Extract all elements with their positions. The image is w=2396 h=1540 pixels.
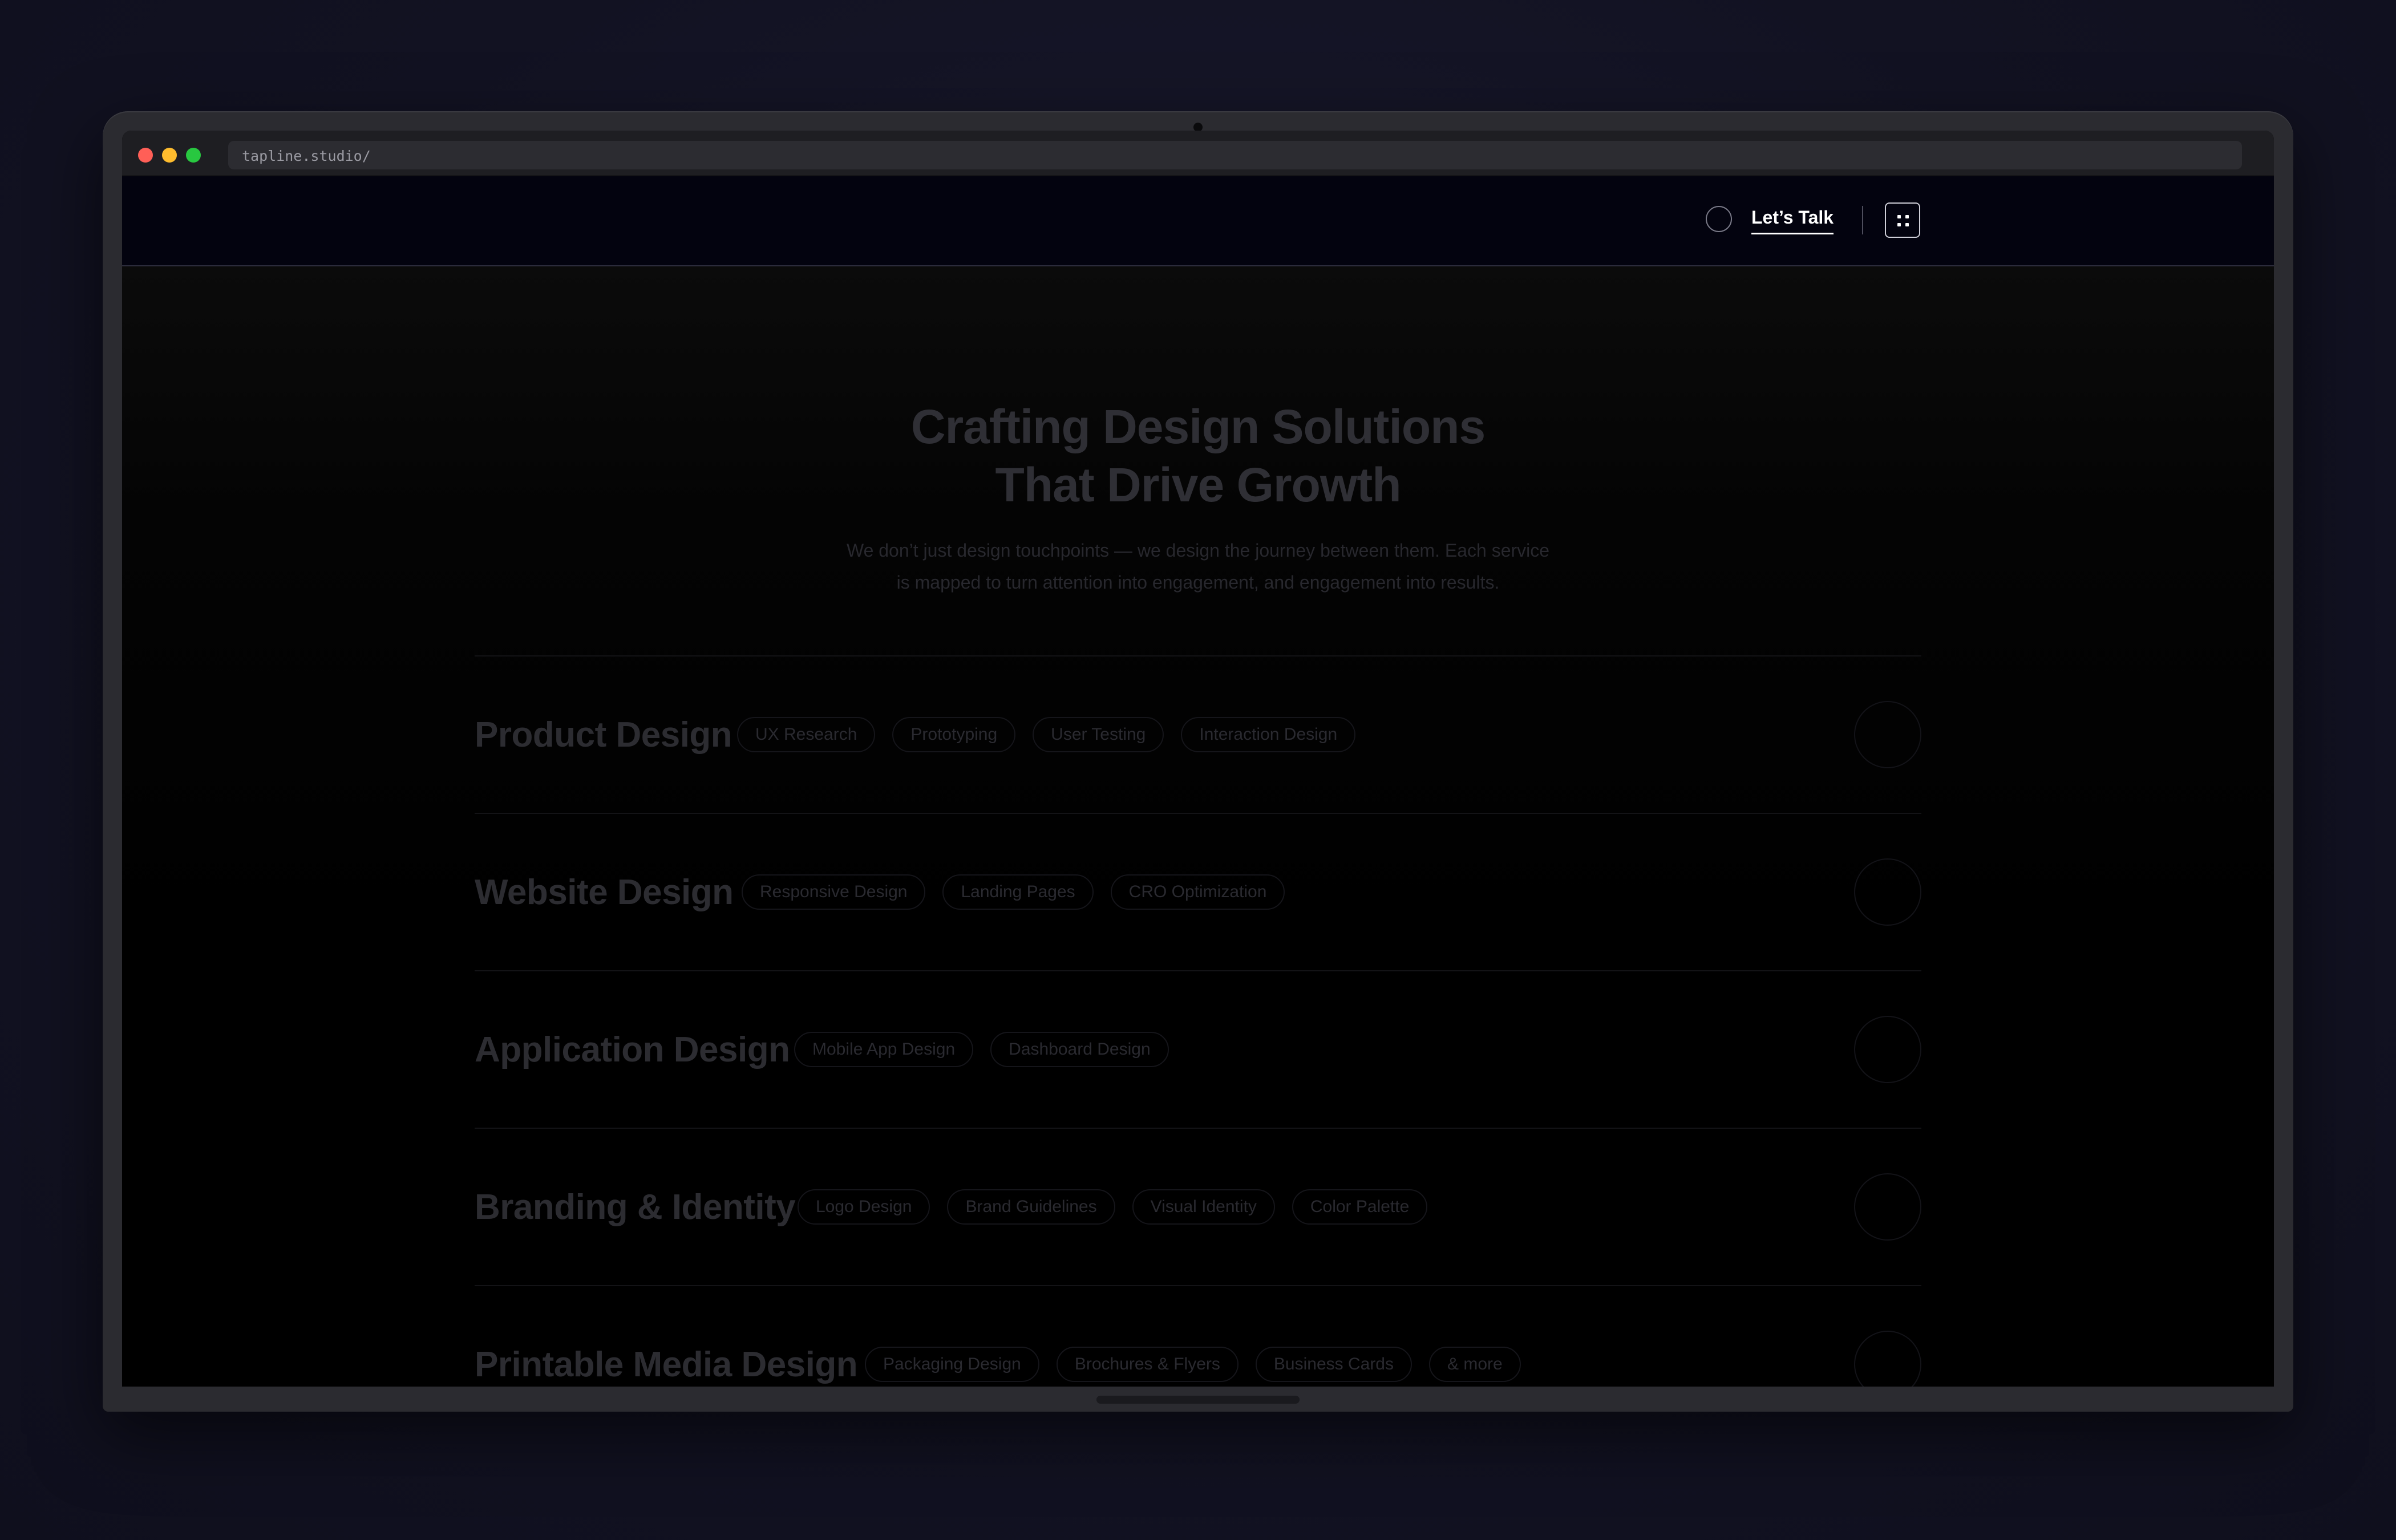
address-bar[interactable]: tapline.studio/	[228, 141, 2242, 169]
service-tag: Visual Identity	[1132, 1189, 1275, 1225]
arrow-circle-icon[interactable]	[1854, 1016, 1921, 1083]
arrow-circle-icon[interactable]	[1854, 701, 1921, 768]
nav-divider	[1862, 206, 1863, 234]
service-tag: Mobile App Design	[794, 1032, 974, 1067]
service-tag: CRO Optimization	[1110, 874, 1285, 910]
page-title-line: That Drive Growth	[995, 458, 1401, 512]
page-subtitle-line: is mapped to turn attention into engagem…	[896, 572, 1500, 593]
service-tag: Dashboard Design	[990, 1032, 1169, 1067]
service-title: Product Design	[475, 715, 732, 755]
service-tag: Business Cards	[1255, 1347, 1412, 1382]
browser-window: tapline.studio/ Let’s Talk Crafting Desi…	[122, 131, 2274, 1387]
service-tag: Logo Design	[798, 1189, 930, 1225]
service-tag: Packaging Design	[865, 1347, 1039, 1382]
service-title: Application Design	[475, 1030, 790, 1069]
service-tag: Color Palette	[1292, 1189, 1428, 1225]
service-tags: UX Research Prototyping User Testing Int…	[737, 717, 1356, 752]
address-bar-url: tapline.studio/	[242, 148, 371, 164]
service-tag: Prototyping	[892, 717, 1016, 752]
service-tags: Logo Design Brand Guidelines Visual Iden…	[798, 1189, 1428, 1225]
browser-toolbar: tapline.studio/	[122, 131, 2274, 176]
arrow-circle-icon[interactable]	[1854, 1331, 1921, 1387]
services-section: Crafting Design Solutions That Drive Gro…	[122, 266, 2274, 1387]
services-list: Product Design UX Research Prototyping U…	[475, 655, 1921, 1387]
service-tags: Responsive Design Landing Pages CRO Opti…	[742, 874, 1285, 910]
menu-button[interactable]	[1885, 202, 1920, 238]
page-subtitle-line: We don’t just design touchpoints — we de…	[846, 540, 1550, 561]
site-header: Let’s Talk	[122, 176, 2274, 266]
laptop-frame: tapline.studio/ Let’s Talk Crafting Desi…	[103, 111, 2293, 1412]
minimize-window-button[interactable]	[162, 148, 177, 163]
service-tags: Packaging Design Brochures & Flyers Busi…	[865, 1347, 1521, 1382]
service-tags: Mobile App Design Dashboard Design	[794, 1032, 1169, 1067]
page-title: Crafting Design Solutions That Drive Gro…	[122, 398, 2274, 514]
service-tag: Interaction Design	[1181, 717, 1356, 752]
arrow-circle-icon[interactable]	[1854, 1173, 1921, 1241]
circle-icon	[1706, 206, 1732, 232]
page-title-line: Crafting Design Solutions	[910, 400, 1486, 453]
service-tag: Brand Guidelines	[947, 1189, 1115, 1225]
page-subtitle: We don’t just design touchpoints — we de…	[770, 534, 1626, 598]
laptop-hinge	[1096, 1396, 1300, 1404]
service-row-product-design[interactable]: Product Design UX Research Prototyping U…	[475, 655, 1921, 813]
maximize-window-button[interactable]	[186, 148, 201, 163]
service-tag: & more	[1429, 1347, 1521, 1382]
arrow-circle-icon[interactable]	[1854, 858, 1921, 926]
service-row-printable-media-design[interactable]: Printable Media Design Packaging Design …	[475, 1285, 1921, 1387]
service-row-branding-identity[interactable]: Branding & Identity Logo Design Brand Gu…	[475, 1128, 1921, 1285]
service-title: Branding & Identity	[475, 1188, 796, 1227]
service-tag: UX Research	[737, 717, 876, 752]
service-title: Printable Media Design	[475, 1345, 858, 1384]
service-tag: Brochures & Flyers	[1056, 1347, 1239, 1382]
lets-talk-link[interactable]: Let’s Talk	[1751, 207, 1834, 234]
close-window-button[interactable]	[138, 148, 153, 163]
service-row-website-design[interactable]: Website Design Responsive Design Landing…	[475, 813, 1921, 970]
service-tag: User Testing	[1033, 717, 1164, 752]
service-title: Website Design	[475, 873, 734, 912]
service-tag: Responsive Design	[742, 874, 926, 910]
service-row-application-design[interactable]: Application Design Mobile App Design Das…	[475, 970, 1921, 1128]
service-tag: Landing Pages	[942, 874, 1094, 910]
